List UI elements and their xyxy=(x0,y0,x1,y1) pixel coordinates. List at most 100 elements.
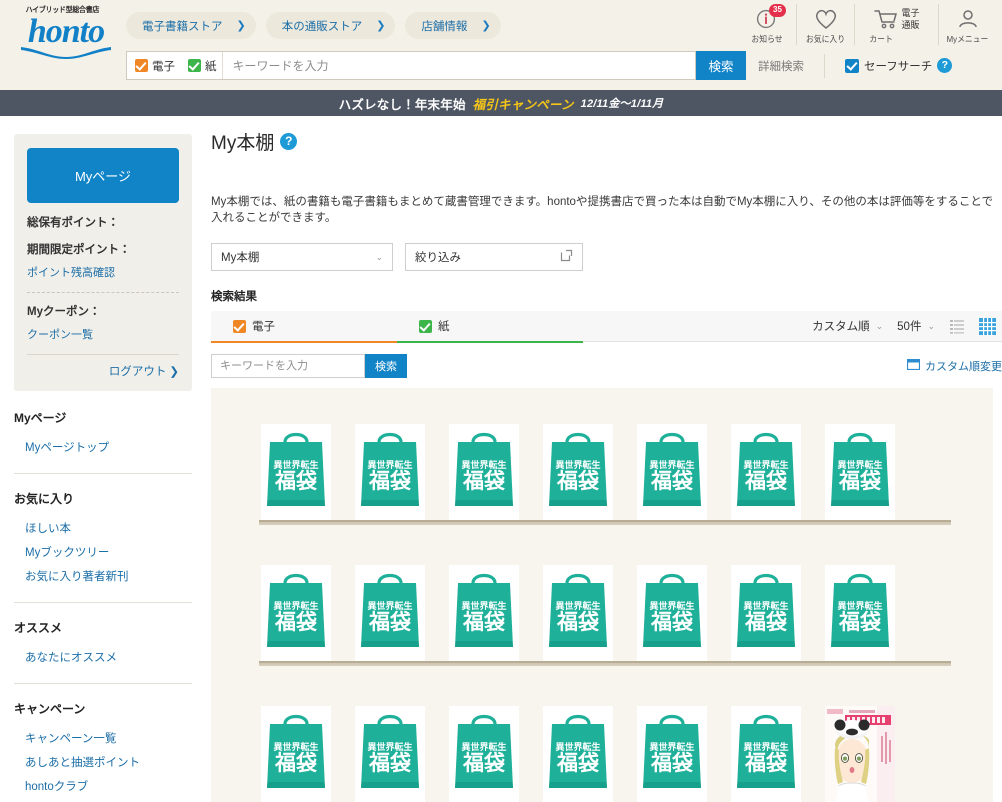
book-item[interactable]: 異世界転生 福袋 xyxy=(825,565,895,661)
svg-text:福袋: 福袋 xyxy=(368,751,411,775)
nav-pill-store-info[interactable]: 店舗情報 ❯ xyxy=(405,12,501,39)
refine-filter-button[interactable]: 絞り込み xyxy=(405,243,583,271)
book-item[interactable]: 異世界転生 福袋 xyxy=(261,424,331,520)
tab-paper[interactable]: 紙 xyxy=(397,311,583,343)
point-balance-link[interactable]: ポイント残高確認 xyxy=(27,264,179,280)
advanced-search-link[interactable]: 詳細検索 xyxy=(758,58,804,74)
sidebar-section-title: お気に入り xyxy=(14,492,75,506)
checkbox-checked-icon[interactable] xyxy=(845,58,859,73)
book-item[interactable]: 異世界転生 福袋 xyxy=(261,706,331,802)
book-item[interactable]: 異世界転生 福袋 xyxy=(637,565,707,661)
cart-mail-label: 通販 xyxy=(901,20,920,30)
sidebar-item-wishlist[interactable]: ほしい本 xyxy=(14,516,192,540)
svg-text:異世界転生: 異世界転生 xyxy=(837,459,882,470)
filter-electronic[interactable]: 電子 xyxy=(127,58,180,74)
book-item[interactable]: 異世界転生 福袋 xyxy=(543,565,613,661)
filter-paper-label: 紙 xyxy=(205,60,217,73)
book-item[interactable]: 異世界転生 福袋 xyxy=(637,424,707,520)
search-input[interactable] xyxy=(221,52,695,79)
sort-dropdown[interactable]: カスタム順 ⌄ xyxy=(812,318,883,334)
book-item[interactable]: 異世界転生 福袋 xyxy=(731,565,801,661)
favorite-button[interactable]: お気に入り xyxy=(796,4,854,45)
store-nav: 電子書籍ストア ❯ 本の通販ストア ❯ 店舗情報 ❯ xyxy=(126,12,501,39)
my-menu-button[interactable]: Myメニュー xyxy=(938,4,996,45)
grid-view-icon[interactable] xyxy=(979,317,996,335)
notification-button[interactable]: 35 お知らせ xyxy=(738,4,796,45)
fukubukuro-cover: 異世界転生 福袋 xyxy=(355,424,425,520)
book-item[interactable]: 異世界転生 福袋 xyxy=(355,706,425,802)
list-view-icon[interactable] xyxy=(949,318,965,334)
book-item[interactable]: 異世界転生 福袋 xyxy=(825,424,895,520)
checkbox-checked-icon[interactable] xyxy=(135,59,148,72)
shelf-search-button[interactable]: 検索 xyxy=(365,354,407,378)
shelf-select[interactable]: My本棚 ⌄ xyxy=(211,243,393,271)
logo-wordmark: honto xyxy=(27,13,105,50)
per-page-dropdown[interactable]: 50件 ⌄ xyxy=(897,318,935,334)
custom-order-label: カスタム順変更 xyxy=(925,361,1002,373)
sidebar-section-favorites: お気に入り ほしい本 Myブックツリー お気に入り著者新刊 xyxy=(14,474,192,603)
shelf-plank xyxy=(259,520,951,525)
shelf-plank xyxy=(259,661,951,666)
book-item[interactable]: 異世界転生 福袋 xyxy=(543,424,613,520)
campaign-dates: 12/11金〜1/11月 xyxy=(580,98,664,110)
checkbox-checked-icon[interactable] xyxy=(233,319,246,333)
cart-icon xyxy=(873,6,899,32)
book-item[interactable]: 異世界転生 福袋 xyxy=(731,706,801,802)
chevron-down-icon: ⌄ xyxy=(927,320,935,331)
manga-cover xyxy=(825,706,895,802)
checkbox-checked-icon[interactable] xyxy=(419,319,432,333)
sidebar-nav: Myページ Myページトップ お気に入り ほしい本 Myブックツリー お気に入り… xyxy=(14,391,192,802)
book-item[interactable]: 異世界転生 福袋 xyxy=(261,565,331,661)
fukubukuro-cover: 異世界転生 福袋 xyxy=(261,565,331,661)
custom-order-link[interactable]: カスタム順変更 xyxy=(906,358,1002,374)
svg-text:福袋: 福袋 xyxy=(650,610,693,634)
svg-text:異世界転生: 異世界転生 xyxy=(461,459,506,470)
book-item[interactable]: 異世界転生 福袋 xyxy=(449,706,519,802)
book-item[interactable]: 異世界転生 福袋 xyxy=(543,706,613,802)
chevron-down-icon: ⌄ xyxy=(875,320,884,331)
divider xyxy=(27,354,179,355)
header-icon-bar: 35 お知らせ お気に入り 電子 通販 カート Myメニュー xyxy=(738,4,996,48)
sidebar-item-honto-club[interactable]: hontoクラブ xyxy=(14,774,192,798)
book-item[interactable]: 異世界転生 福袋 xyxy=(355,424,425,520)
filter-paper[interactable]: 紙 xyxy=(180,58,222,74)
help-icon[interactable]: ? xyxy=(280,133,298,150)
logout-link[interactable]: ログアウト ❯ xyxy=(27,363,179,379)
checkbox-checked-icon[interactable] xyxy=(188,59,201,72)
coupon-list-link[interactable]: クーポン一覧 xyxy=(27,326,179,342)
sidebar-item-recommended[interactable]: あなたにオススメ xyxy=(14,645,192,669)
shelf-search-input[interactable] xyxy=(211,354,365,378)
campaign-banner[interactable]: ハズレなし！年末年始 福引キャンペーン 12/11金〜1/11月 xyxy=(0,90,1002,116)
search-box: 電子 紙 xyxy=(126,51,696,80)
svg-text:異世界転生: 異世界転生 xyxy=(743,600,788,611)
book-item[interactable]: 異世界転生 福袋 xyxy=(637,706,707,802)
sidebar-item-mypage-top[interactable]: Myページトップ xyxy=(14,435,192,459)
svg-text:福袋: 福袋 xyxy=(744,751,787,775)
book-item[interactable]: 異世界転生 福袋 xyxy=(449,565,519,661)
book-item[interactable]: 異世界転生 福袋 xyxy=(731,424,801,520)
fukubukuro-cover: 異世界転生 福袋 xyxy=(825,565,895,661)
sidebar-item-booktree[interactable]: Myブックツリー xyxy=(14,540,192,564)
cart-button[interactable]: 電子 通販 カート xyxy=(854,4,938,45)
site-logo[interactable]: ハイブリッド型総合書店 honto xyxy=(14,4,118,62)
sidebar-item-campaign-list[interactable]: キャンペーン一覧 xyxy=(14,726,192,750)
sidebar-item-favorite-authors[interactable]: お気に入り著者新刊 xyxy=(14,564,192,588)
help-icon[interactable]: ? xyxy=(937,58,953,73)
sidebar-item-footprint-points[interactable]: あしあと抽選ポイント xyxy=(14,750,192,774)
svg-text:福袋: 福袋 xyxy=(744,469,787,493)
search-button[interactable]: 検索 xyxy=(696,51,746,80)
safe-search-toggle[interactable]: セーフサーチ ? xyxy=(824,53,953,78)
book-item[interactable]: 異世界転生 福袋 xyxy=(449,424,519,520)
book-item[interactable]: 異世界転生 福袋 xyxy=(355,565,425,661)
nav-pill-label: 店舗情報 xyxy=(421,20,468,33)
svg-text:福袋: 福袋 xyxy=(368,610,411,634)
nav-pill-ebook-store[interactable]: 電子書籍ストア ❯ xyxy=(126,12,256,39)
mypage-button[interactable]: Myページ xyxy=(27,148,179,203)
nav-pill-book-store[interactable]: 本の通販ストア ❯ xyxy=(265,12,396,39)
custom-order-icon xyxy=(906,358,921,373)
tab-electronic[interactable]: 電子 xyxy=(211,311,397,343)
svg-text:福袋: 福袋 xyxy=(650,751,693,775)
book-item[interactable] xyxy=(825,706,895,802)
chevron-right-icon: ❯ xyxy=(481,20,491,32)
svg-text:異世界転生: 異世界転生 xyxy=(367,459,412,470)
